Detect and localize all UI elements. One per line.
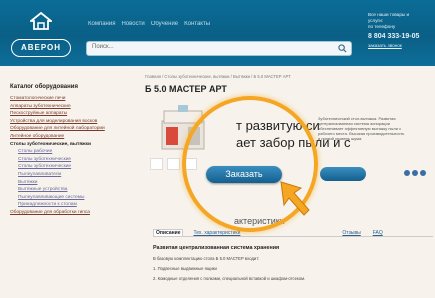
share-icon[interactable] bbox=[404, 170, 410, 176]
logo-house-icon bbox=[30, 12, 52, 30]
sidebar-item[interactable]: Стоматологические печи bbox=[10, 95, 138, 103]
product-description: Зуботехнический стол-вытяжка. Развитая ц… bbox=[318, 116, 405, 141]
topnav-item[interactable]: Компания bbox=[88, 21, 115, 27]
topnav-item[interactable]: Новости bbox=[121, 21, 144, 27]
product-thumbnails bbox=[150, 158, 204, 170]
section-title: Развитая централизованная система хранен… bbox=[153, 245, 280, 251]
site-header: АВЕРОН Компания Новости Обучение Контакт… bbox=[0, 0, 435, 66]
sidebar-subitem[interactable]: Столы рабочие bbox=[10, 148, 138, 156]
tab-description[interactable]: Описание bbox=[153, 229, 184, 236]
order-button[interactable]: Заказать bbox=[206, 166, 282, 183]
section-text: 1. Подвесные выдвижные ящики bbox=[153, 266, 217, 271]
thumbnail[interactable] bbox=[150, 158, 163, 170]
sidebar-subitem[interactable]: Столы зуботехнические bbox=[10, 156, 138, 164]
topnav-item[interactable]: Обучение bbox=[151, 21, 178, 27]
secondary-button[interactable] bbox=[320, 167, 366, 181]
header-contact-line: по телефону bbox=[368, 24, 396, 29]
sidebar-item[interactable]: Оборудование для обработки гипса bbox=[10, 209, 138, 217]
site-logo[interactable]: АВЕРОН bbox=[10, 10, 72, 62]
product-headline: т развитую си bbox=[236, 118, 320, 133]
pointer-arrow-icon bbox=[280, 181, 310, 216]
catalog-sidebar: Каталог оборудования Стоматологические п… bbox=[10, 84, 138, 298]
tab-faq[interactable]: FAQ bbox=[371, 230, 385, 236]
sidebar-item[interactable]: Устройства для моделирования восков bbox=[10, 118, 138, 126]
thumbnail[interactable] bbox=[184, 158, 197, 170]
header-phone: 8 804 333-19-05 bbox=[368, 33, 420, 40]
sidebar-subitem[interactable]: Принадлежности к столам bbox=[10, 201, 138, 209]
share-icon[interactable] bbox=[412, 170, 418, 176]
sidebar-item-active[interactable]: Столы зуботехнические, вытяжки bbox=[10, 141, 138, 149]
product-image[interactable] bbox=[158, 103, 208, 151]
topnav-item[interactable]: Контакты bbox=[184, 21, 210, 27]
share-icon[interactable] bbox=[420, 170, 426, 176]
browser-page: АВЕРОН Компания Новости Обучение Контакт… bbox=[0, 0, 435, 298]
sidebar-item[interactable]: Аппараты зуботехнические bbox=[10, 103, 138, 111]
sidebar-title: Каталог оборудования bbox=[10, 84, 78, 90]
sidebar-item[interactable]: Литейное оборудование bbox=[10, 133, 138, 141]
product-tabs: Описание Тех. характеристики Отзывы FAQ bbox=[153, 227, 433, 237]
sidebar-subitem[interactable]: Вытяжные устройства bbox=[10, 186, 138, 194]
search-input[interactable]: Поиск... bbox=[86, 41, 352, 56]
tab-specs[interactable]: Тех. характеристики bbox=[191, 230, 242, 236]
sidebar-item[interactable]: Пескоструйные аппараты bbox=[10, 110, 138, 118]
share-icons bbox=[404, 170, 430, 177]
header-contacts: Все наши товары и услуги: по телефону 8 … bbox=[368, 12, 430, 58]
top-navigation: Компания Новости Обучение Контакты bbox=[88, 17, 228, 30]
sidebar-item[interactable]: Оборудование для литейной лаборатории bbox=[10, 125, 138, 133]
search-placeholder: Поиск... bbox=[92, 44, 114, 50]
breadcrumb[interactable]: Главная / Столы зуботехнические, вытяжки… bbox=[145, 74, 291, 79]
sidebar-subitem[interactable]: Пылеулавливатели bbox=[10, 171, 138, 179]
search-icon[interactable] bbox=[338, 44, 347, 53]
logo-text: АВЕРОН bbox=[11, 39, 71, 57]
sidebar-subitem[interactable]: Вытяжки bbox=[10, 179, 138, 187]
sidebar-subitem[interactable]: Столы зуботехнические bbox=[10, 163, 138, 171]
page-title: Б 5.0 МАСТЕР АРТ bbox=[145, 84, 227, 94]
section-text: В базовую комплектацию стола Б 5.0 МАСТЕ… bbox=[153, 256, 260, 261]
sidebar-subitem[interactable]: Пылеулавливающие системы bbox=[10, 194, 138, 202]
section-text: 2. Комодные отделения с полками, специал… bbox=[153, 276, 306, 281]
thumbnail[interactable] bbox=[167, 158, 180, 170]
callback-link[interactable]: заказать звонок bbox=[368, 43, 430, 49]
tab-reviews[interactable]: Отзывы bbox=[340, 230, 362, 236]
